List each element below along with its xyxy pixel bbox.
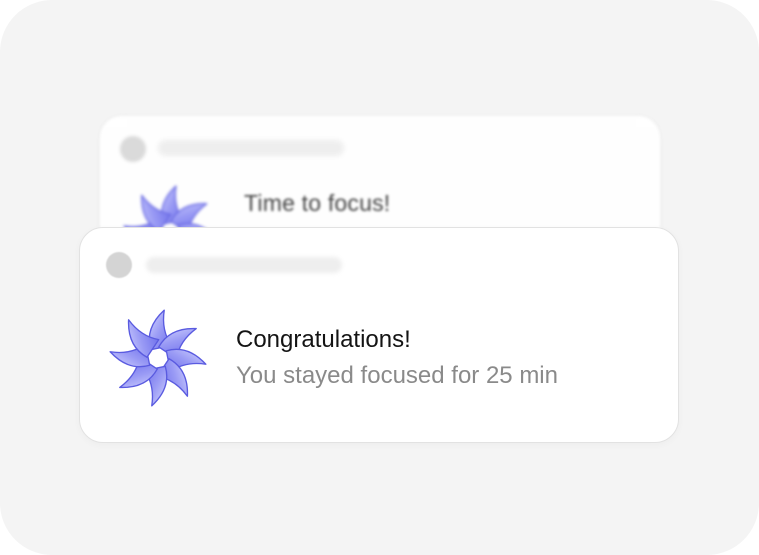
app-icon-placeholder [120, 136, 146, 162]
app-icon-placeholder [106, 252, 132, 278]
notification-title: Congratulations! [236, 326, 411, 353]
pinwheel-logo-icon [109, 309, 207, 407]
notification-card-congratulations[interactable]: Congratulations! You stayed focused for … [79, 227, 679, 443]
notification-body: You stayed focused for 25 min [236, 362, 558, 389]
app-name-placeholder [146, 257, 342, 273]
notification-title: Time to focus! [244, 190, 391, 216]
app-name-placeholder [158, 140, 344, 156]
notification-preview-frame: Time to focus! Congratulations! You stay… [0, 0, 759, 555]
